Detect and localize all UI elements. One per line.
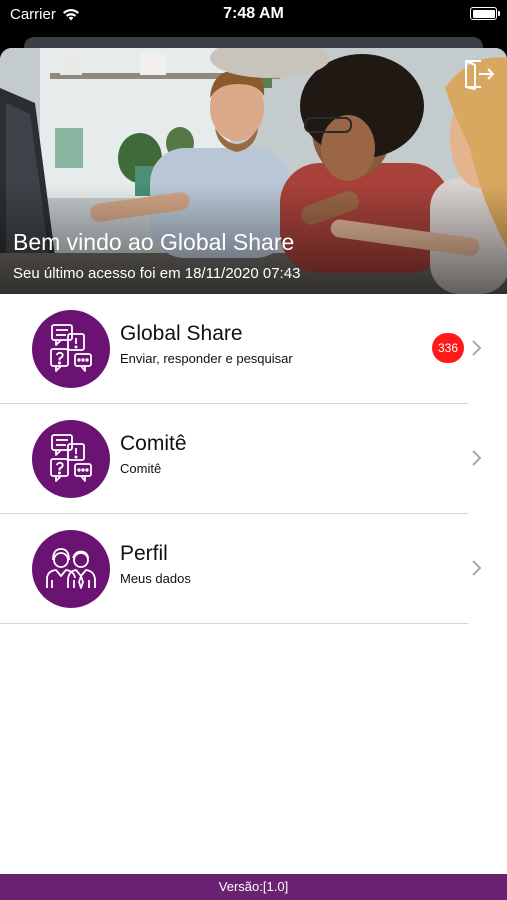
version-footer: Versão:[1.0] bbox=[0, 874, 507, 900]
status-bar: Carrier 7:48 AM bbox=[0, 0, 507, 30]
chat-bubbles-icon bbox=[32, 420, 110, 498]
hero-banner: Bem vindo ao Global Share Seu último ace… bbox=[0, 48, 507, 294]
logout-icon[interactable] bbox=[461, 58, 495, 90]
menu-item-perfil[interactable]: Perfil Meus dados bbox=[0, 514, 507, 624]
menu-item-subtitle: Enviar, responder e pesquisar bbox=[120, 351, 293, 366]
menu-item-title: Perfil bbox=[120, 542, 168, 565]
last-access-text: Seu último acesso foi em 18/11/2020 07:4… bbox=[13, 265, 301, 282]
menu-item-comite[interactable]: Comitê Comitê bbox=[0, 404, 507, 514]
chevron-right-icon bbox=[472, 340, 482, 356]
menu-list: Global Share Enviar, responder e pesquis… bbox=[0, 294, 507, 624]
status-time: 7:48 AM bbox=[223, 5, 284, 22]
notification-badge: 336 bbox=[432, 333, 464, 363]
people-icon bbox=[32, 530, 110, 608]
row-divider bbox=[0, 623, 468, 624]
chat-bubbles-icon bbox=[32, 310, 110, 388]
chevron-right-icon bbox=[472, 450, 482, 466]
welcome-title: Bem vindo ao Global Share bbox=[13, 229, 295, 255]
menu-item-title: Comitê bbox=[120, 432, 187, 455]
menu-item-subtitle: Meus dados bbox=[120, 571, 191, 586]
main-screen: Bem vindo ao Global Share Seu último ace… bbox=[0, 48, 507, 900]
battery-icon bbox=[470, 7, 500, 20]
menu-item-subtitle: Comitê bbox=[120, 461, 162, 476]
menu-item-global-share[interactable]: Global Share Enviar, responder e pesquis… bbox=[0, 294, 507, 404]
menu-item-title: Global Share bbox=[120, 322, 243, 345]
chevron-right-icon bbox=[472, 560, 482, 576]
